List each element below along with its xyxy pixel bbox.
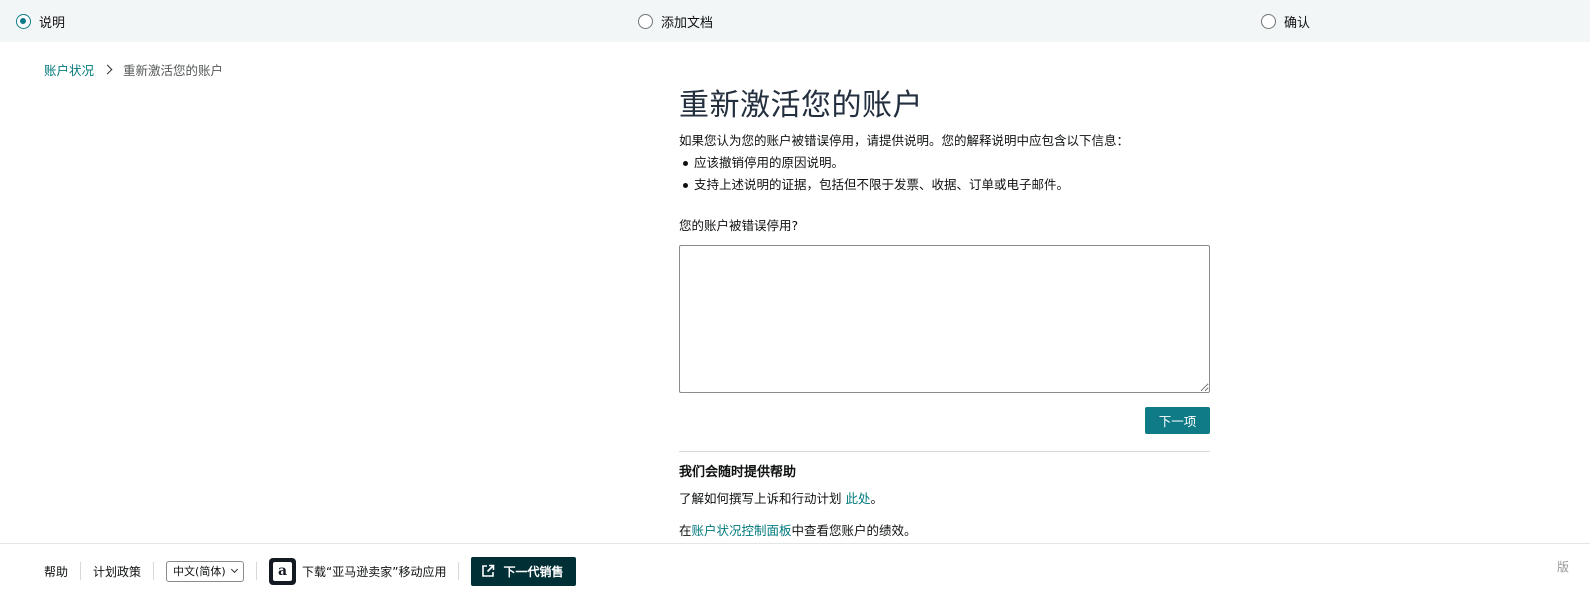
language-select[interactable]: 中文(简体) xyxy=(166,560,245,582)
download-app-link[interactable]: 下载“亚马逊卖家”移动应用 xyxy=(302,563,446,580)
list-item: 应该撤销停用的原因说明。 xyxy=(679,152,1210,174)
footer-policy-link[interactable]: 计划政策 xyxy=(93,563,141,580)
amazon-seller-app-icon[interactable]: a xyxy=(269,557,297,585)
main-content: 重新激活您的账户 如果您认为您的账户被错误停用，请提供说明。您的解释说明中应包含… xyxy=(679,86,1210,540)
footer-links: 帮助 计划政策 中文(简体) a 下载“亚马逊卖家”移动应用 下一代销售 xyxy=(44,556,577,586)
breadcrumb-account-health-link[interactable]: 账户状况 xyxy=(44,60,94,79)
next-button[interactable]: 下一项 xyxy=(1145,407,1210,434)
help-dashboard-suffix: 中查看您账户的绩效。 xyxy=(791,523,917,538)
breadcrumb-current: 重新激活您的账户 xyxy=(123,63,224,78)
step-radio-icon xyxy=(1261,13,1276,29)
page-title: 重新激活您的账户 xyxy=(679,88,923,123)
footer: 帮助 计划政策 中文(简体) a 下载“亚马逊卖家”移动应用 下一代销售 版 xyxy=(0,543,1590,610)
help-appeal-text: 了解如何撰写上诉和行动计划 xyxy=(679,491,846,506)
chevron-right-icon xyxy=(102,64,113,75)
next-gen-label: 下一代销售 xyxy=(503,564,564,579)
step-add-documents[interactable]: 添加文档 xyxy=(638,11,713,31)
help-appeal-suffix: 。 xyxy=(870,491,884,506)
divider xyxy=(679,451,1210,452)
chevron-down-icon xyxy=(230,565,239,574)
list-item: 支持上述说明的证据，包括但不限于发票、收据、订单或电子邮件。 xyxy=(679,174,1210,196)
step-radio-icon xyxy=(638,13,653,29)
breadcrumb: 账户状况 重新激活您的账户 xyxy=(44,60,223,79)
help-dashboard-line: 在账户状况控制面板中查看您账户的绩效。 xyxy=(679,522,1210,540)
next-gen-selling-button[interactable]: 下一代销售 xyxy=(471,556,577,586)
step-label: 说明 xyxy=(39,15,66,31)
requirements-list: 应该撤销停用的原因说明。 支持上述说明的证据，包括但不限于发票、收据、订单或电子… xyxy=(679,152,1210,196)
footer-divider xyxy=(153,562,155,580)
help-dashboard-prefix: 在 xyxy=(679,523,692,538)
account-health-dashboard-link[interactable]: 账户状况控制面板 xyxy=(692,523,792,538)
language-select-value: 中文(简体) xyxy=(173,565,226,578)
step-label: 确认 xyxy=(1284,15,1311,31)
action-row: 下一项 xyxy=(679,407,1210,434)
progress-stepper: 说明 添加文档 确认 xyxy=(0,0,1590,42)
footer-copyright-fragment: 版 xyxy=(1557,560,1570,574)
step-radio-icon xyxy=(16,13,31,29)
app-icon-letter: a xyxy=(273,561,293,581)
step-label: 添加文档 xyxy=(661,15,714,31)
footer-divider xyxy=(458,562,460,580)
page-description: 如果您认为您的账户被错误停用，请提供说明。您的解释说明中应包含以下信息： xyxy=(679,133,1130,148)
footer-divider xyxy=(80,562,82,580)
step-confirm[interactable]: 确认 xyxy=(1261,11,1310,31)
help-heading: 我们会随时提供帮助 xyxy=(679,465,797,480)
step-instructions[interactable]: 说明 xyxy=(16,11,65,31)
footer-help-link[interactable]: 帮助 xyxy=(44,563,68,580)
appeal-guide-link[interactable]: 此处 xyxy=(845,491,870,506)
explanation-textarea[interactable] xyxy=(679,245,1210,393)
footer-divider xyxy=(256,562,258,580)
help-appeal-line: 了解如何撰写上诉和行动计划 此处。 xyxy=(679,490,1210,508)
explanation-question-label: 您的账户被错误停用? xyxy=(679,218,799,233)
external-link-icon xyxy=(482,564,495,577)
